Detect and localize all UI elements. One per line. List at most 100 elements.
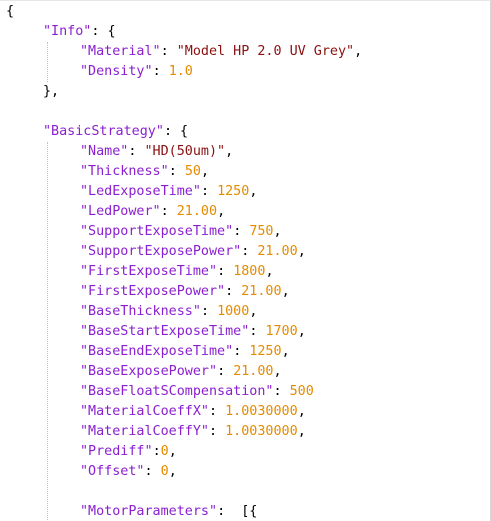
json-key: "BaseExposePower" — [80, 364, 218, 379]
json-punctuation: , — [297, 404, 306, 419]
json-punctuation: : — [233, 344, 250, 359]
code-line: "BaseEndExposeTime": 1250, — [80, 342, 290, 362]
json-punctuation: : — [217, 364, 234, 379]
code-line: "BaseThickness": 1000, — [80, 302, 257, 322]
json-punctuation: , — [265, 264, 274, 279]
code-line: "BaseStartExposeTime": 1700, — [80, 322, 306, 342]
json-punctuation: : — [209, 424, 226, 439]
json-punctuation: : — [233, 224, 250, 239]
code-line: "Thickness": 50, — [80, 162, 209, 182]
code-line: "MaterialCoeffY": 1.0030000, — [80, 422, 306, 442]
json-number: 500 — [289, 384, 314, 399]
json-number: 21.00 — [241, 284, 282, 299]
json-punctuation: , — [354, 44, 363, 59]
json-key: "LedPower" — [80, 204, 161, 219]
json-punctuation: , — [297, 324, 306, 339]
json-punctuation: : — [273, 384, 290, 399]
json-punctuation: , — [273, 364, 282, 379]
json-key: "Name" — [80, 144, 129, 159]
json-punctuation: : — [160, 204, 177, 219]
code-line: "SupportExposeTime": 750, — [80, 222, 282, 242]
code-line: }, — [43, 82, 59, 102]
json-key: "BasicStrategy" — [43, 124, 164, 139]
json-punctuation: , — [249, 304, 258, 319]
json-number: 1250 — [217, 184, 250, 199]
json-punctuation: : — [200, 304, 218, 319]
json-punctuation: , — [273, 224, 282, 239]
json-key: "BaseThickness" — [80, 304, 201, 319]
json-punctuation: : — [217, 264, 234, 279]
code-editor[interactable]: {"Info": {"Material": "Model HP 2.0 UV G… — [0, 0, 491, 521]
json-number: 1.0 — [168, 64, 193, 79]
indent-guide — [47, 42, 48, 82]
json-punctuation: : — [168, 164, 185, 179]
json-number: 50 — [184, 164, 201, 179]
json-key: "MaterialCoeffY" — [80, 424, 209, 439]
json-punctuation: : — [128, 144, 145, 159]
json-key: "Prediff" — [80, 444, 153, 459]
json-key: "BaseEndExposeTime" — [80, 344, 234, 359]
code-line: "Prediff":0, — [80, 442, 177, 462]
json-key: "Material" — [80, 44, 161, 59]
json-string: "Model HP 2.0 UV Grey" — [176, 44, 355, 59]
indent-guide — [47, 142, 48, 521]
code-line: "SupportExposePower": 21.00, — [80, 242, 306, 262]
json-number: 1700 — [265, 324, 298, 339]
json-number: 0 — [160, 444, 169, 459]
json-punctuation: , — [281, 344, 290, 359]
code-line: "BaseFloatSCompensation": 500 — [80, 382, 314, 402]
code-line: "Material": "Model HP 2.0 UV Grey", — [80, 42, 362, 62]
json-punctuation: : — [249, 324, 266, 339]
json-punctuation: : — [200, 184, 218, 199]
json-number: 0 — [160, 464, 169, 479]
code-line: { — [6, 2, 14, 22]
code-line: "Name": "HD(50um)", — [80, 142, 233, 162]
code-line: "Offset": 0, — [80, 462, 177, 482]
json-punctuation: , — [200, 164, 209, 179]
json-number: 21.00 — [233, 364, 274, 379]
json-key: "BaseStartExposeTime" — [80, 324, 250, 339]
code-line: "FirstExposeTime": 1800, — [80, 262, 274, 282]
code-line: "LedExposeTime": 1250, — [80, 182, 257, 202]
json-key: "Thickness" — [80, 164, 169, 179]
json-punctuation: : — [225, 284, 242, 299]
json-punctuation: { — [6, 4, 15, 19]
json-key: "SupportExposeTime" — [80, 224, 234, 239]
json-punctuation: , — [281, 284, 290, 299]
json-punctuation: : — [144, 464, 161, 479]
code-line: "FirstExposePower": 21.00, — [80, 282, 290, 302]
json-number: 1000 — [217, 304, 250, 319]
json-number: 1.0030000 — [225, 424, 298, 439]
code-line: "BaseExposePower": 21.00, — [80, 362, 282, 382]
json-punctuation: , — [168, 444, 177, 459]
json-punctuation: : — [241, 244, 258, 259]
json-number: 750 — [249, 224, 274, 239]
code-line: "BasicStrategy": { — [43, 122, 188, 142]
code-line: "MotorParameters": [{ — [80, 502, 257, 521]
code-line: "MaterialCoeffX": 1.0030000, — [80, 402, 306, 422]
json-number: 1.0030000 — [225, 404, 298, 419]
json-punctuation: , — [249, 184, 258, 199]
json-key: "LedExposeTime" — [80, 184, 201, 199]
json-punctuation: , — [168, 464, 177, 479]
json-key: "FirstExposePower" — [80, 284, 226, 299]
code-line: "LedPower": 21.00, — [80, 202, 225, 222]
json-key: "Offset" — [80, 464, 145, 479]
code-line: "Density": 1.0 — [80, 62, 193, 82]
code-line: "Info": { — [43, 22, 116, 42]
json-punctuation: : { — [91, 24, 116, 39]
json-key: "Density" — [80, 64, 153, 79]
json-key: "MaterialCoeffX" — [80, 404, 209, 419]
json-punctuation: : — [152, 444, 161, 459]
json-key: "MotorParameters" — [80, 504, 218, 519]
json-key: "BaseFloatSCompensation" — [80, 384, 274, 399]
json-number: 21.00 — [176, 204, 218, 219]
json-number: 1800 — [233, 264, 266, 279]
json-punctuation: , — [297, 244, 306, 259]
json-key: "SupportExposePower" — [80, 244, 242, 259]
json-number: 1250 — [249, 344, 282, 359]
json-punctuation: : [{ — [217, 504, 258, 519]
json-punctuation: : — [160, 44, 177, 59]
json-punctuation: : — [209, 404, 226, 419]
json-punctuation: , — [217, 204, 226, 219]
